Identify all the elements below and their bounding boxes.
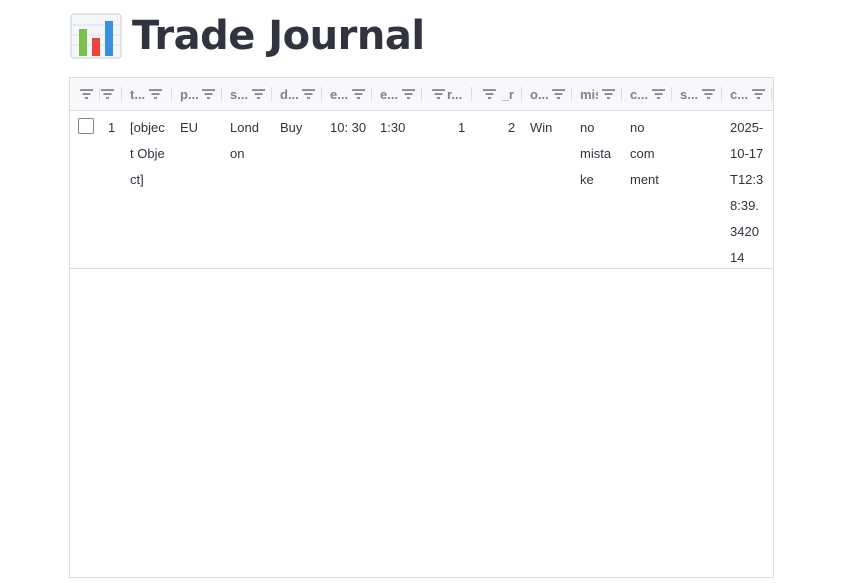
column-header-label: _r xyxy=(501,86,514,102)
filter-icon[interactable] xyxy=(602,89,615,99)
cell-t[interactable]: [object Object] xyxy=(130,115,166,193)
column-header-mi[interactable]: mis xyxy=(572,78,622,110)
column-separator[interactable] xyxy=(771,87,772,101)
page-title: Trade Journal xyxy=(132,13,425,59)
bar-chart-icon xyxy=(70,13,122,59)
cell-e1[interactable]: 10: 30 xyxy=(330,115,374,141)
column-header-s2[interactable]: s... xyxy=(672,78,722,110)
column-header-p[interactable]: p... xyxy=(172,78,222,110)
column-header-label: d... xyxy=(280,86,298,102)
filter-icon[interactable] xyxy=(80,89,93,99)
filter-icon[interactable] xyxy=(702,89,715,99)
cell-_r[interactable]: 2 xyxy=(508,115,522,141)
cell-c[interactable]: no comment xyxy=(630,115,662,193)
column-header-e1[interactable]: e... xyxy=(322,78,372,110)
column-header-label: c... xyxy=(630,86,648,102)
page-header: Trade Journal xyxy=(70,10,425,62)
filter-icon[interactable] xyxy=(149,89,163,99)
row-select-checkbox[interactable] xyxy=(78,118,94,134)
column-header-label: c... xyxy=(730,86,748,102)
filter-icon[interactable] xyxy=(482,89,496,99)
column-header-label: r... xyxy=(447,86,463,102)
cell-id[interactable]: 1 xyxy=(108,115,122,141)
column-header-select[interactable] xyxy=(70,78,100,110)
column-header-e2[interactable]: e... xyxy=(372,78,422,110)
filter-icon[interactable] xyxy=(101,89,114,99)
column-header-o[interactable]: o... xyxy=(522,78,572,110)
filter-icon[interactable] xyxy=(202,89,215,99)
column-header-label: s... xyxy=(680,86,698,102)
cell-mi[interactable]: no mistake xyxy=(580,115,614,193)
column-header-label: s... xyxy=(230,86,248,102)
column-header-_r[interactable]: _r xyxy=(472,78,522,110)
column-header-label: e... xyxy=(380,86,398,102)
column-header-label: o... xyxy=(530,86,548,102)
filter-icon[interactable] xyxy=(402,89,415,99)
column-header-label: e... xyxy=(330,86,348,102)
grid-header-row: id t... p... s... d... e... e... r... _r o... mis c… xyxy=(70,78,773,111)
filter-icon[interactable] xyxy=(652,89,665,99)
filter-icon[interactable] xyxy=(432,89,445,99)
column-header-c[interactable]: c... xyxy=(622,78,672,110)
filter-icon[interactable] xyxy=(302,89,315,99)
column-header-t[interactable]: t... xyxy=(122,78,172,110)
cell-e2[interactable]: 1:30 xyxy=(380,115,416,141)
column-header-label: mis xyxy=(580,86,598,102)
filter-icon[interactable] xyxy=(252,89,265,99)
cell-c2[interactable]: 2025-10-17T12:38:39.342014 xyxy=(730,115,764,271)
column-header-id[interactable]: id xyxy=(100,78,122,110)
filter-icon[interactable] xyxy=(352,89,365,99)
column-header-r[interactable]: r... xyxy=(422,78,472,110)
cell-p[interactable]: EU xyxy=(180,115,216,141)
column-header-label: t... xyxy=(130,86,146,102)
cell-d[interactable]: Buy xyxy=(280,115,316,141)
cell-r[interactable]: 1 xyxy=(458,115,472,141)
table-row[interactable]: 1 [object Object] EU London Buy 10: 30 1:30 1 2 W… xyxy=(70,111,773,271)
filter-icon[interactable] xyxy=(752,89,765,99)
column-header-d[interactable]: d... xyxy=(272,78,322,110)
column-header-s[interactable]: s... xyxy=(222,78,272,110)
cell-s[interactable]: London xyxy=(230,115,262,167)
column-header-c2[interactable]: c... xyxy=(722,78,772,110)
trade-data-grid[interactable]: id t... p... s... d... e... e... r... _r o... mis c… xyxy=(69,77,774,578)
cell-o[interactable]: Win xyxy=(530,115,566,141)
column-header-label: p... xyxy=(180,86,198,102)
filter-icon[interactable] xyxy=(552,89,565,99)
